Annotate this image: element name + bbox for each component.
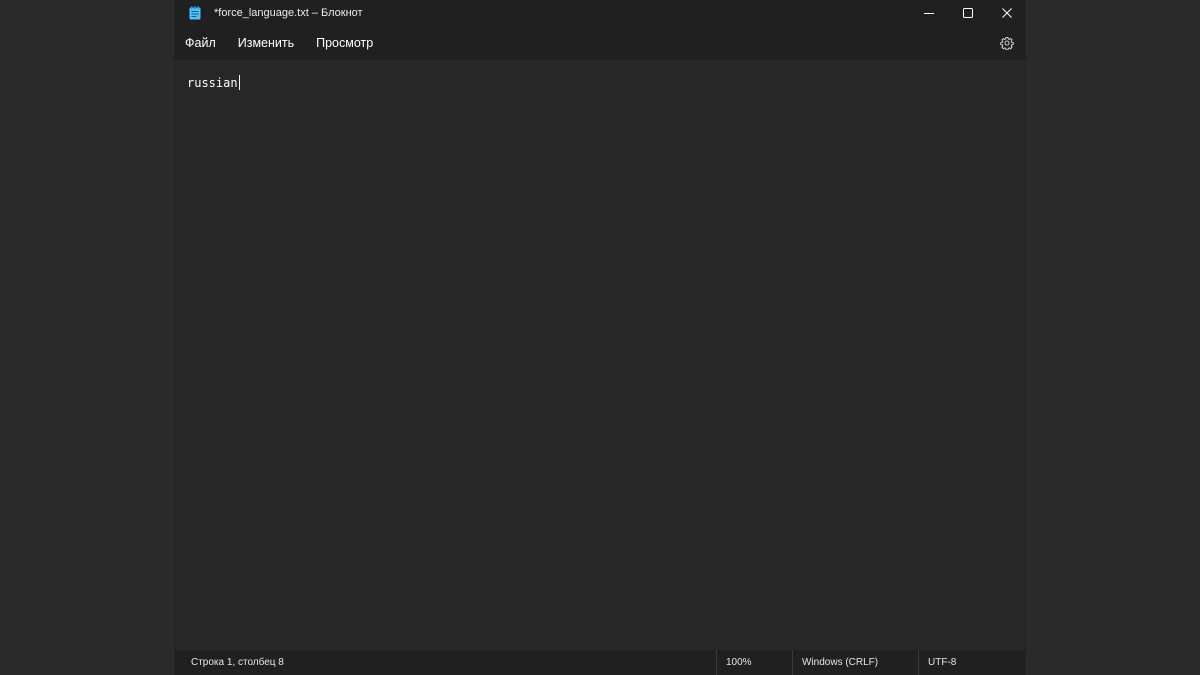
window-title: *force_language.txt – Блокнот xyxy=(214,7,363,19)
menu-edit[interactable]: Изменить xyxy=(227,28,305,58)
menu-file[interactable]: Файл xyxy=(174,28,227,58)
menu-view[interactable]: Просмотр xyxy=(305,28,384,58)
status-zoom[interactable]: 100% xyxy=(716,650,792,675)
close-icon xyxy=(1001,8,1012,18)
minimize-icon xyxy=(923,13,934,14)
notepad-icon xyxy=(188,6,201,20)
status-line-ending[interactable]: Windows (CRLF) xyxy=(792,650,918,675)
notepad-window: *force_language.txt – Блокнот Файл Измен… xyxy=(174,0,1026,675)
maximize-icon xyxy=(962,8,973,18)
text-editor[interactable]: russian xyxy=(174,60,1026,650)
minimize-button[interactable] xyxy=(909,0,948,26)
gear-icon xyxy=(1000,36,1014,50)
window-controls xyxy=(909,0,1026,26)
text-caret xyxy=(238,75,240,90)
close-button[interactable] xyxy=(987,0,1026,26)
editor-content: russian xyxy=(187,76,238,90)
settings-button[interactable] xyxy=(988,28,1026,58)
menu-bar: Файл Изменить Просмотр xyxy=(174,26,1026,60)
status-cursor-position: Строка 1, столбец 8 xyxy=(191,657,284,668)
status-encoding[interactable]: UTF-8 xyxy=(918,650,1026,675)
maximize-button[interactable] xyxy=(948,0,987,26)
title-bar[interactable]: *force_language.txt – Блокнот xyxy=(174,0,1026,26)
status-bar: Строка 1, столбец 8 100% Windows (CRLF) … xyxy=(174,650,1026,675)
